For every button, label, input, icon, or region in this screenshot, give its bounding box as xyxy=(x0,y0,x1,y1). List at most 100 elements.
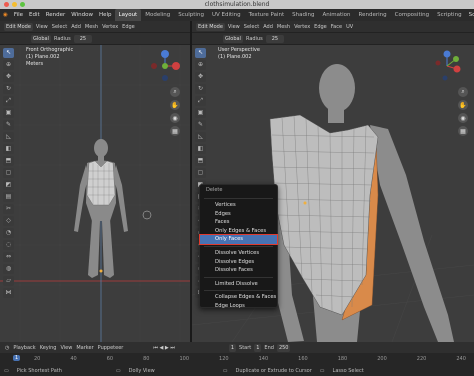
annotate-tool-icon[interactable]: ✎ xyxy=(3,120,14,130)
menu-edit[interactable]: Edit xyxy=(26,9,43,21)
right-grid-view-icon[interactable]: ▦ xyxy=(458,126,468,136)
scale-tool-icon[interactable]: ⤢ xyxy=(3,96,14,106)
menu-render[interactable]: Render xyxy=(43,9,69,21)
right-vertex-menu[interactable]: Vertex xyxy=(292,24,312,30)
right-select-box-tool-icon[interactable]: ↖ xyxy=(195,48,206,58)
menu-help[interactable]: Help xyxy=(96,9,115,21)
playhead-frame[interactable]: 1 xyxy=(13,355,21,361)
tab-layout[interactable]: Layout xyxy=(114,9,142,21)
scene-selector[interactable]: Scene xyxy=(466,9,474,21)
timeline-puppeteer-menu[interactable]: Puppeteer xyxy=(96,345,126,351)
right-mode-dropdown[interactable]: Edit Mode xyxy=(196,22,225,31)
right-rotate-tool-icon[interactable]: ↻ xyxy=(195,84,206,94)
pan-hand-icon[interactable]: ✋ xyxy=(170,100,180,110)
zoom-window-icon[interactable] xyxy=(20,2,25,7)
tab-animation[interactable]: Animation xyxy=(318,9,354,21)
right-annotate-tool-icon[interactable]: ✎ xyxy=(195,120,206,130)
menu-item-only-edges-faces[interactable]: Only Edges & Faces xyxy=(200,227,277,236)
edge-slide-tool-icon[interactable]: ⇔ xyxy=(3,252,14,262)
left-add-menu[interactable]: Add xyxy=(69,24,83,30)
menu-item-vertices[interactable]: Vertices xyxy=(200,201,277,210)
right-navigation-gizmo[interactable] xyxy=(430,49,464,83)
tab-modeling[interactable]: Modeling xyxy=(141,9,174,21)
end-frame-field[interactable]: 250 xyxy=(276,343,291,352)
left-vertex-menu[interactable]: Vertex xyxy=(100,24,120,30)
right-add-cube-tool-icon[interactable]: ◧ xyxy=(195,144,206,154)
poly-build-tool-icon[interactable]: ◇ xyxy=(3,216,14,226)
menu-item-dissolve-faces[interactable]: Dissolve Faces xyxy=(200,266,277,275)
menu-item-faces[interactable]: Faces xyxy=(200,218,277,227)
timeline-view-menu[interactable]: View xyxy=(58,345,74,351)
right-add-menu[interactable]: Add xyxy=(261,24,275,30)
right-pan-hand-icon[interactable]: ✋ xyxy=(458,100,468,110)
editor-type-icon[interactable]: ◷ xyxy=(3,345,11,351)
left-mesh-menu[interactable]: Mesh xyxy=(83,24,100,30)
timeline-playback-menu[interactable]: Playback xyxy=(11,345,37,351)
spin-tool-icon[interactable]: ◔ xyxy=(3,228,14,238)
tab-shading[interactable]: Shading xyxy=(288,9,318,21)
cursor-tool-icon[interactable]: ⊕ xyxy=(3,60,14,70)
menu-file[interactable]: File xyxy=(11,9,26,21)
close-window-icon[interactable] xyxy=(4,2,9,7)
tab-scripting[interactable]: Scripting xyxy=(433,9,465,21)
add-cube-tool-icon[interactable]: ◧ xyxy=(3,144,14,154)
tab-rendering[interactable]: Rendering xyxy=(355,9,391,21)
right-zoom-icon[interactable]: ⌕ xyxy=(458,87,468,97)
transform-tool-icon[interactable]: ▣ xyxy=(3,108,14,118)
tab-sculpting[interactable]: Sculpting xyxy=(174,9,208,21)
tab-compositing[interactable]: Compositing xyxy=(391,9,433,21)
left-view-menu[interactable]: View xyxy=(34,24,50,30)
menu-window[interactable]: Window xyxy=(68,9,96,21)
left-orientation-dropdown[interactable]: Global xyxy=(31,34,51,43)
measure-tool-icon[interactable]: ◺ xyxy=(3,132,14,142)
loop-cut-tool-icon[interactable]: ▤ xyxy=(3,192,14,202)
menu-item-only-faces[interactable]: Only Faces xyxy=(199,234,278,245)
extrude-tool-icon[interactable]: ⬒ xyxy=(3,156,14,166)
left-3d-viewport[interactable]: Front Orthographic (1) Plane.002 Meters … xyxy=(0,45,190,342)
menu-item-limited-dissolve[interactable]: Limited Dissolve xyxy=(200,280,277,289)
rotate-tool-icon[interactable]: ↻ xyxy=(3,84,14,94)
right-select-menu[interactable]: Select xyxy=(242,24,261,30)
left-select-menu[interactable]: Select xyxy=(50,24,69,30)
smooth-tool-icon[interactable]: ◌ xyxy=(3,240,14,250)
select-box-tool-icon[interactable]: ↖ xyxy=(3,48,14,58)
right-uv-menu[interactable]: UV xyxy=(344,24,355,30)
right-radius-field[interactable]: 25 xyxy=(265,34,285,43)
left-navigation-gizmo[interactable] xyxy=(148,49,182,83)
shrink-tool-icon[interactable]: ◍ xyxy=(3,264,14,274)
camera-view-icon[interactable]: ◉ xyxy=(170,113,180,123)
right-mesh-menu[interactable]: Mesh xyxy=(275,24,292,30)
right-extrude-tool-icon[interactable]: ⬒ xyxy=(195,156,206,166)
timeline-keying-menu[interactable]: Keying xyxy=(38,345,59,351)
left-edge-menu[interactable]: Edge xyxy=(120,24,137,30)
right-face-menu[interactable]: Face xyxy=(329,24,344,30)
right-view-menu[interactable]: View xyxy=(226,24,242,30)
menu-item-dissolve-vertices[interactable]: Dissolve Vertices xyxy=(200,249,277,258)
right-measure-tool-icon[interactable]: ◺ xyxy=(195,132,206,142)
menu-item-edge-loops[interactable]: Edge Loops xyxy=(200,302,277,311)
bevel-tool-icon[interactable]: ◩ xyxy=(3,180,14,190)
start-frame-field[interactable]: 1 xyxy=(254,343,262,352)
right-transform-tool-icon[interactable]: ▣ xyxy=(195,108,206,118)
current-frame-field[interactable]: 1 xyxy=(228,343,237,352)
tab-texture-paint[interactable]: Texture Paint xyxy=(245,9,289,21)
menu-item-edges[interactable]: Edges xyxy=(200,210,277,219)
knife-tool-icon[interactable]: ✂ xyxy=(3,204,14,214)
menu-item-dissolve-edges[interactable]: Dissolve Edges xyxy=(200,258,277,267)
right-cursor-tool-icon[interactable]: ⊕ xyxy=(195,60,206,70)
play-controls[interactable]: ⏮ ◀ ▶ ⏭ xyxy=(151,345,176,351)
right-inset-tool-icon[interactable]: ▢ xyxy=(195,168,206,178)
minimize-window-icon[interactable] xyxy=(12,2,17,7)
tab-uv-editing[interactable]: UV Editing xyxy=(208,9,245,21)
move-tool-icon[interactable]: ✥ xyxy=(3,72,14,82)
left-radius-field[interactable]: 25 xyxy=(73,34,93,43)
grid-view-icon[interactable]: ▦ xyxy=(170,126,180,136)
right-scale-tool-icon[interactable]: ⤢ xyxy=(195,96,206,106)
rip-tool-icon[interactable]: ⋈ xyxy=(3,288,14,298)
right-orientation-dropdown[interactable]: Global xyxy=(223,34,243,43)
right-camera-view-icon[interactable]: ◉ xyxy=(458,113,468,123)
right-move-tool-icon[interactable]: ✥ xyxy=(195,72,206,82)
right-edge-menu[interactable]: Edge xyxy=(312,24,329,30)
menu-item-collapse-edges-faces[interactable]: Collapse Edges & Faces xyxy=(200,293,277,302)
timeline-ruler[interactable]: 1 20 40 60 80 100 120 140 160 180 200 22… xyxy=(0,353,474,366)
